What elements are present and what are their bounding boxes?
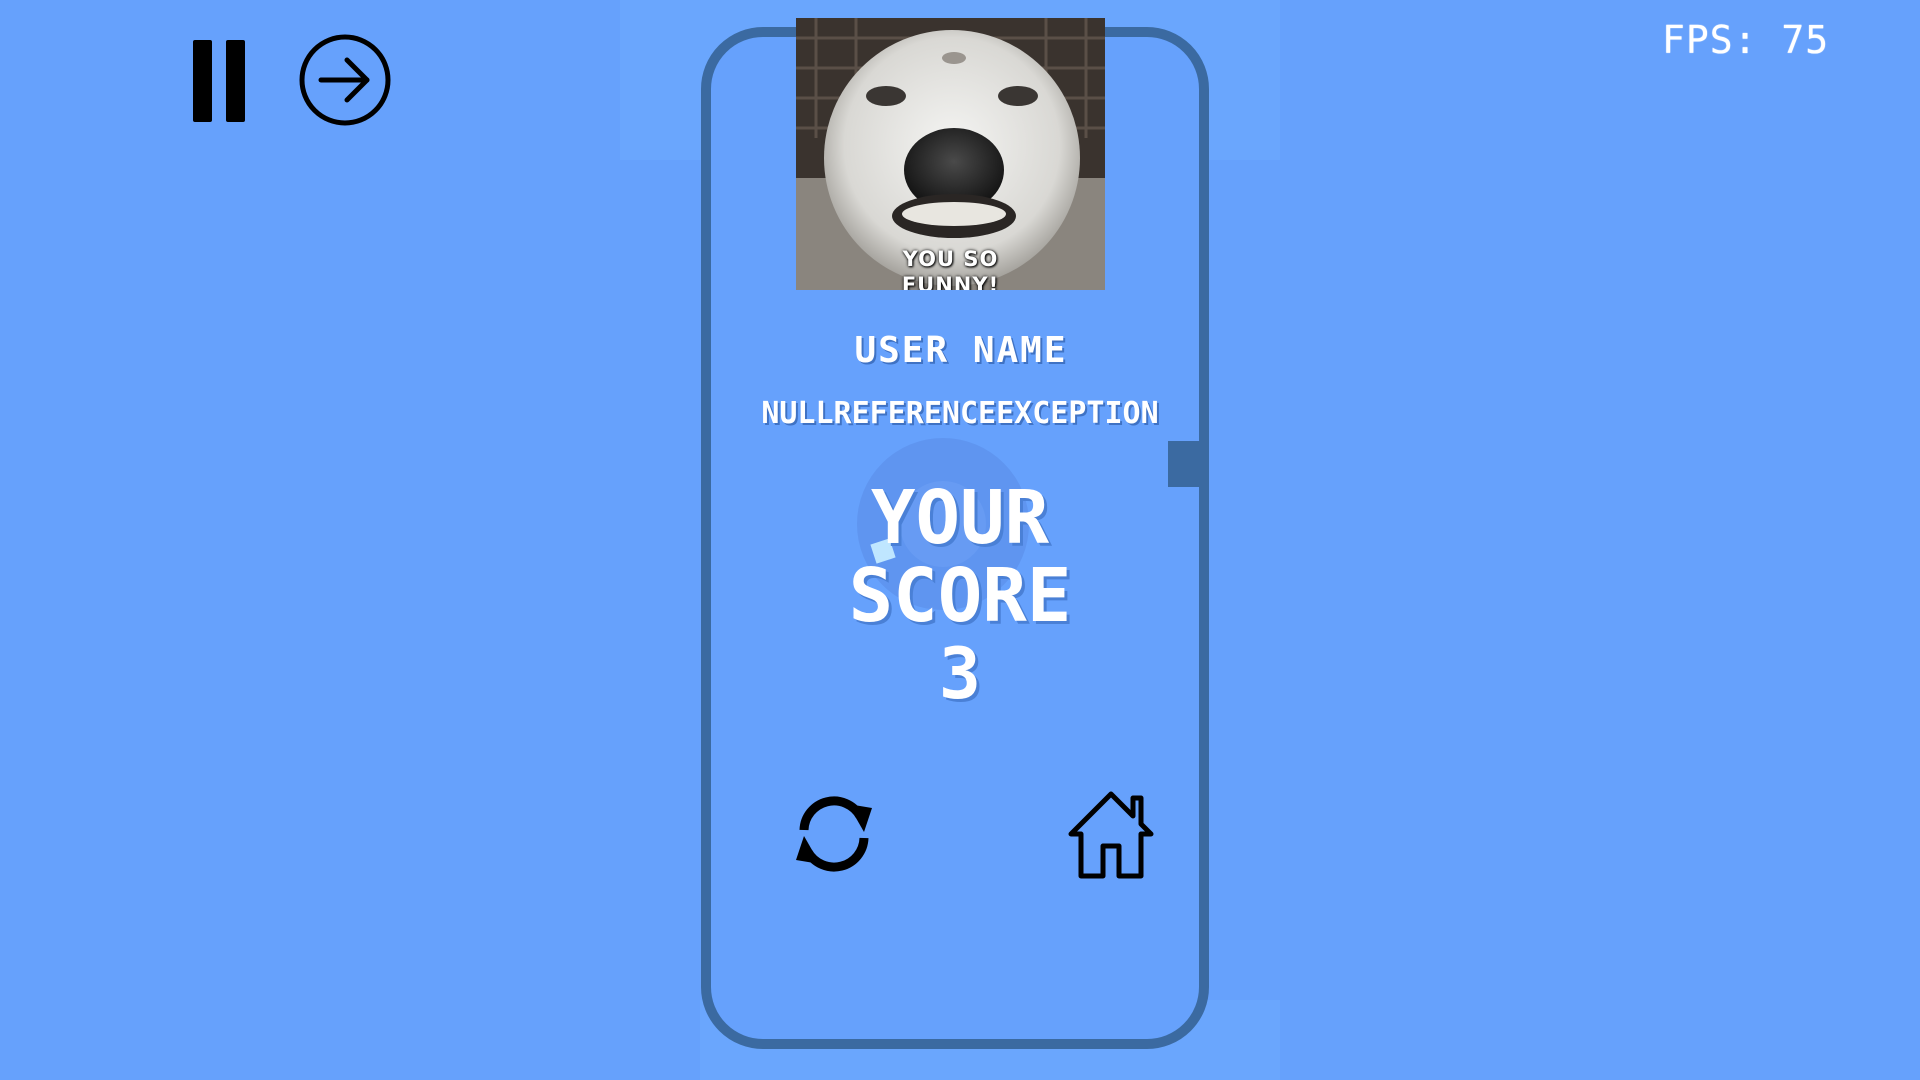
game-screen: FPS: 75 YOU SO FUNNY! USER NAME NULLREFE… (0, 0, 1920, 1080)
fps-counter: FPS: 75 (1662, 18, 1830, 62)
panel-tab (1168, 441, 1208, 487)
home-icon (1068, 791, 1154, 879)
user-name-value: NULLREFERENCEEXCEPTION (761, 396, 1159, 431)
meme-caption-line1: YOU SO (902, 247, 999, 271)
home-button[interactable] (1063, 782, 1159, 882)
meme-caption-line2: FUNNY! (901, 273, 1000, 290)
score-title-line2: SCORE (848, 553, 1072, 639)
meme-image: YOU SO FUNNY! (796, 18, 1105, 290)
restart-icon (796, 796, 872, 872)
score-title-line1: YOUR (870, 475, 1050, 561)
next-button[interactable] (297, 32, 393, 128)
arrow-right-circle-icon (299, 34, 391, 126)
score-value: 3 (938, 633, 982, 715)
restart-button[interactable] (786, 786, 882, 882)
pause-button[interactable] (190, 40, 250, 124)
user-name-label: USER NAME (854, 330, 1068, 371)
